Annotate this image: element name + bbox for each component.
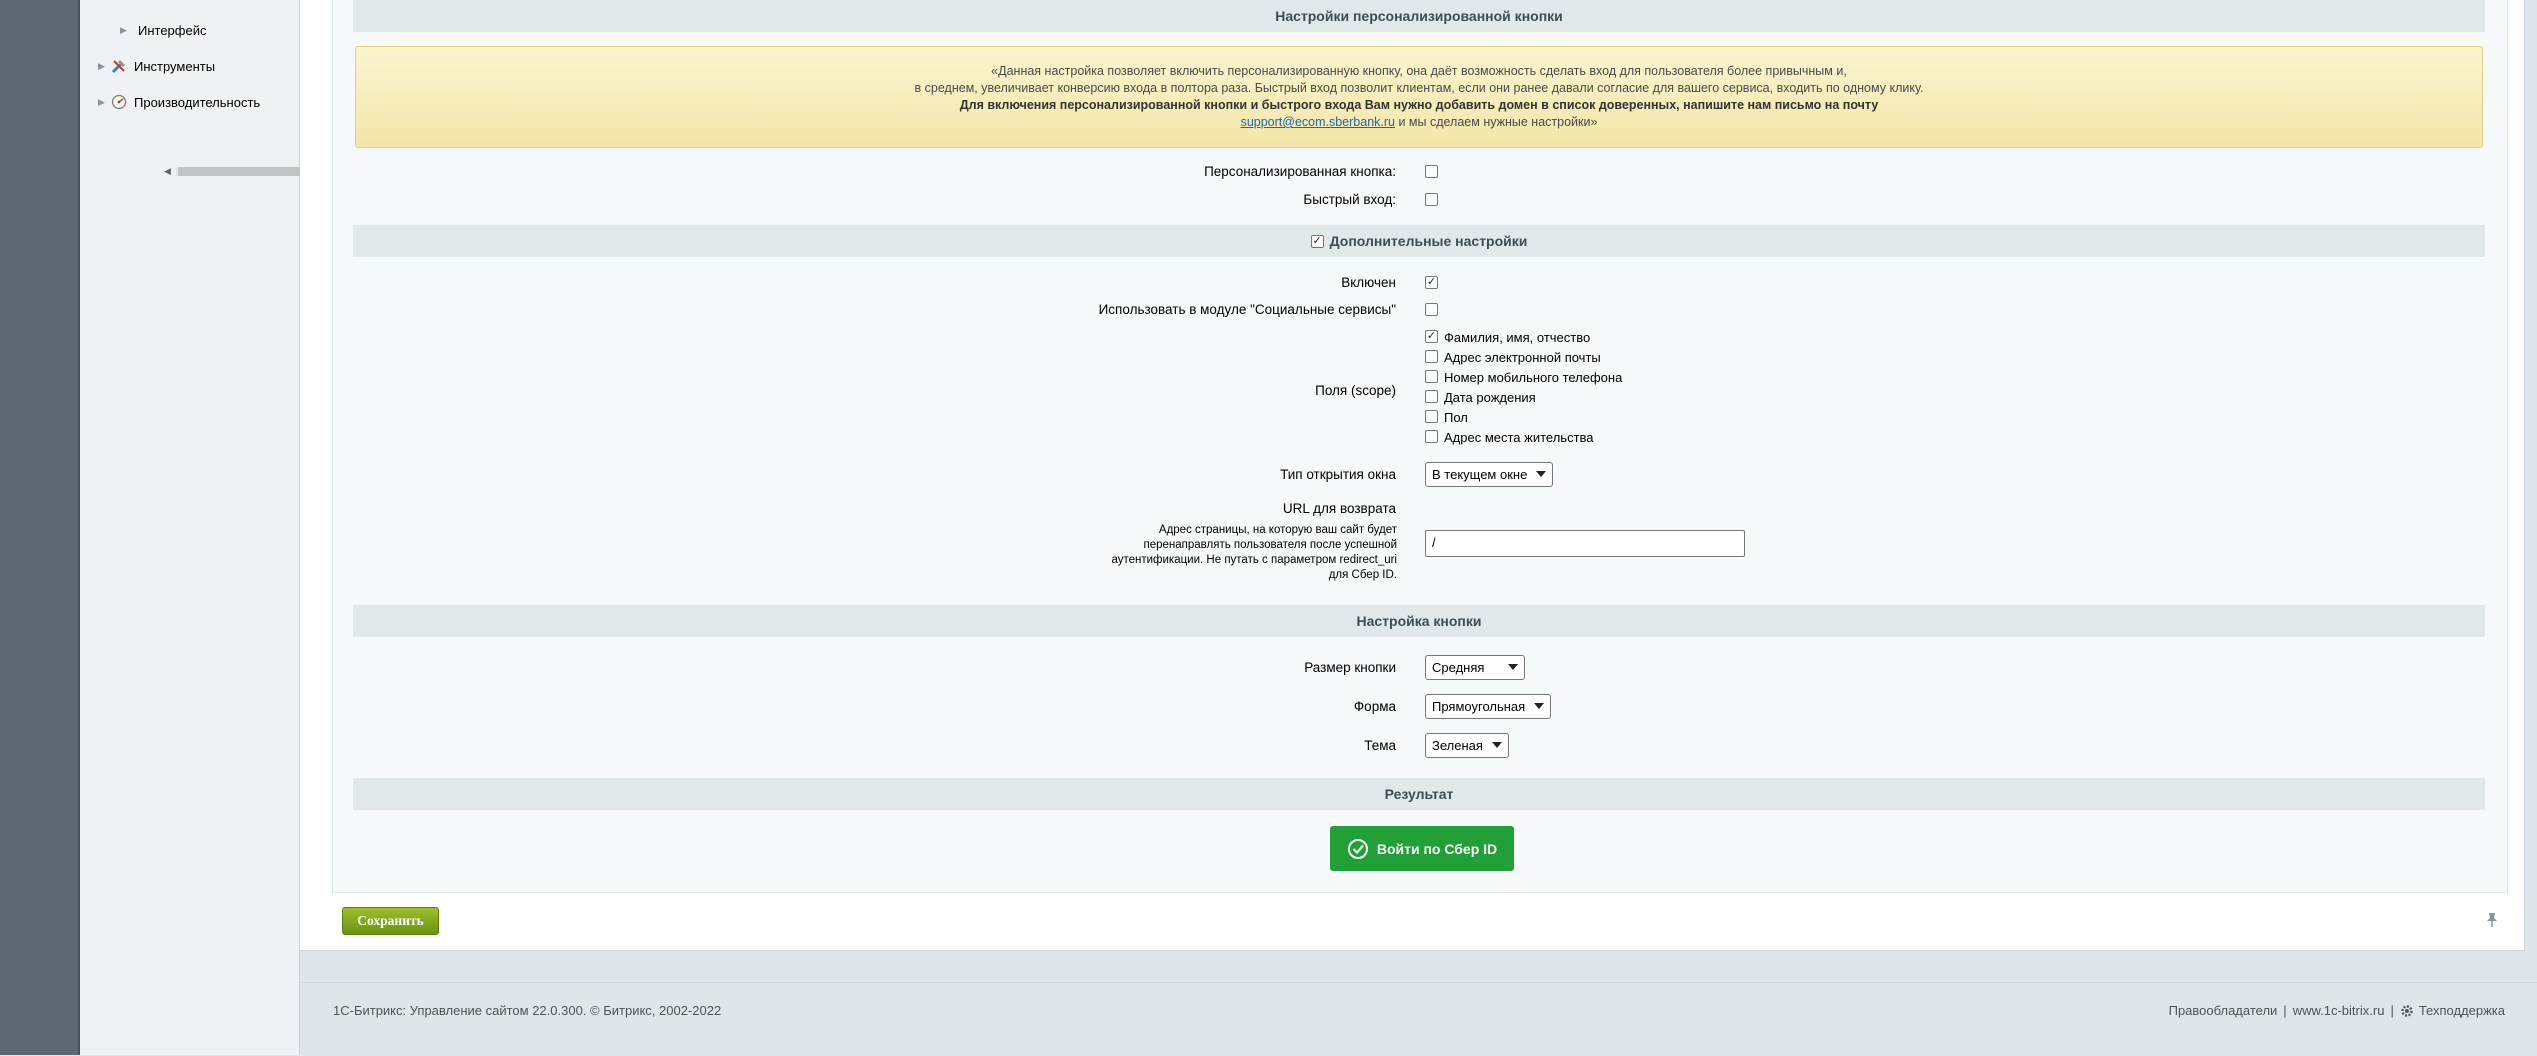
shape-label: Форма — [1353, 699, 1396, 714]
scope-address-checkbox[interactable] — [1425, 430, 1438, 443]
chevron-down-icon — [1492, 742, 1502, 748]
scope-option-label: Номер мобильного телефона — [1444, 370, 1623, 385]
additional-settings-checkbox[interactable]: ✓ — [1310, 234, 1324, 248]
section-result: Результат — [353, 778, 2485, 810]
scope-option-label: Адрес места жительства — [1444, 430, 1594, 445]
scope-birthdate-checkbox[interactable] — [1425, 390, 1438, 403]
scope-label: Поля (scope) — [1315, 383, 1396, 398]
button-size-label: Размер кнопки — [1304, 660, 1396, 675]
chevron-right-icon[interactable]: ▶ — [98, 97, 110, 108]
scope-gender-checkbox[interactable] — [1425, 410, 1438, 423]
section-title: Настройка кнопки — [1356, 613, 1482, 629]
scope-fio-checkbox[interactable]: ✓ — [1425, 330, 1438, 343]
scope-option-label: Дата рождения — [1444, 390, 1536, 405]
scope-option-label: Фамилия, имя, отчество — [1444, 330, 1591, 345]
theme-select[interactable]: Зеленая — [1425, 733, 1509, 758]
theme-label: Тема — [1364, 738, 1396, 753]
select-value: Зеленая — [1432, 738, 1483, 753]
footer-site-link[interactable]: www.1c-bitrix.ru — [2293, 1003, 2385, 1018]
chevron-down-icon — [1536, 471, 1546, 477]
sber-button-label: Войти по Сбер ID — [1376, 840, 1498, 857]
tools-icon — [110, 57, 128, 75]
footer-separator: | — [2283, 1003, 2287, 1018]
shape-select[interactable]: Прямоугольная — [1425, 694, 1551, 719]
section-title: Дополнительные настройки — [1329, 233, 1528, 249]
pin-icon[interactable] — [2486, 912, 2498, 931]
sidebar-item-label: Производительность — [134, 94, 261, 110]
button-size-select[interactable]: Средняя — [1425, 655, 1525, 680]
main-area: Настройки персонализированной кнопки «Да… — [300, 0, 2537, 1055]
section-title: Результат — [1384, 786, 1454, 802]
sidebar-item-label: Инструменты — [134, 58, 216, 74]
social-services-label: Использовать в модуле "Социальные сервис… — [1098, 302, 1396, 317]
scope-option-label: Адрес электронной почты — [1444, 350, 1601, 365]
sidebar: ▶ Интерфейс ▶ Инструменты ▶ Производител… — [80, 0, 374, 1055]
notice-line: «Данная настройка позволяет включить пер… — [991, 64, 1847, 78]
chevron-down-icon — [1508, 664, 1518, 670]
section-button-settings: Настройка кнопки — [353, 605, 2485, 637]
footer-copyright: 1С-Битрикс: Управление сайтом 22.0.300. … — [333, 1003, 722, 1018]
sidebar-item-interface[interactable]: ▶ Интерфейс — [120, 19, 206, 41]
window-type-label: Тип открытия окна — [1280, 467, 1396, 482]
section-additional: ✓ Дополнительные настройки — [353, 225, 2485, 257]
footer-separator: | — [2390, 1003, 2394, 1018]
footer: 1С-Битрикс: Управление сайтом 22.0.300. … — [300, 982, 2537, 1056]
select-value: Средняя — [1432, 660, 1485, 675]
footer-rights-link[interactable]: Правообладатели — [2169, 1003, 2278, 1018]
notice-line: в среднем, увеличивает конверсию входа в… — [914, 81, 1924, 95]
settings-panel: Настройки персонализированной кнопки «Да… — [300, 0, 2525, 951]
left-admin-bar — [0, 0, 80, 1055]
chevron-right-icon[interactable]: ▶ — [120, 25, 132, 36]
support-email-link[interactable]: support@ecom.sberbank.ru — [1241, 115, 1395, 129]
gauge-icon — [110, 93, 128, 111]
sber-id-login-button[interactable]: Войти по Сбер ID — [1330, 826, 1514, 871]
chevron-right-icon[interactable]: ▶ — [98, 61, 110, 72]
window-type-select[interactable]: В текущем окне — [1425, 462, 1553, 487]
select-value: В текущем окне — [1432, 467, 1528, 482]
return-url-label: URL для возврата — [1282, 501, 1396, 516]
social-services-checkbox[interactable] — [1425, 303, 1438, 316]
enabled-label: Включен — [1341, 275, 1396, 290]
notice-line: и мы сделаем нужные настройки» — [1395, 115, 1598, 129]
notice-line-bold: Для включения персонализированной кнопки… — [959, 98, 1879, 112]
footer-support-link[interactable]: Техподдержка — [2419, 1003, 2505, 1018]
chevron-down-icon — [1534, 703, 1544, 709]
section-personal-button: Настройки персонализированной кнопки — [353, 0, 2485, 32]
scope-phone-checkbox[interactable] — [1425, 370, 1438, 383]
scroll-left-icon[interactable]: ◀ — [164, 164, 171, 178]
personal-button-label: Персонализированная кнопка: — [1204, 164, 1396, 179]
enabled-checkbox[interactable]: ✓ — [1425, 276, 1438, 289]
select-value: Прямоугольная — [1432, 699, 1526, 714]
sidebar-item-tools[interactable]: ▶ Инструменты — [98, 55, 215, 77]
return-url-input[interactable]: / — [1425, 530, 1745, 557]
sber-check-icon — [1347, 838, 1368, 859]
personal-button-checkbox[interactable] — [1425, 165, 1438, 178]
sidebar-item-performance[interactable]: ▶ Производительность — [98, 91, 260, 113]
return-url-hint: Адрес страницы, на которую ваш сайт буде… — [1111, 524, 1397, 581]
settings-content: Настройки персонализированной кнопки «Да… — [332, 0, 2508, 893]
notice-box: «Данная настройка позволяет включить пер… — [355, 46, 2483, 148]
gear-icon — [2401, 1004, 2413, 1017]
sidebar-item-label: Интерфейс — [138, 22, 207, 38]
fast-login-label: Быстрый вход: — [1303, 192, 1396, 207]
scope-email-checkbox[interactable] — [1425, 350, 1438, 363]
scope-option-label: Пол — [1444, 410, 1468, 425]
fast-login-checkbox[interactable] — [1425, 193, 1438, 206]
section-title: Настройки персонализированной кнопки — [1275, 8, 1563, 24]
save-button[interactable]: Сохранить — [342, 907, 439, 935]
